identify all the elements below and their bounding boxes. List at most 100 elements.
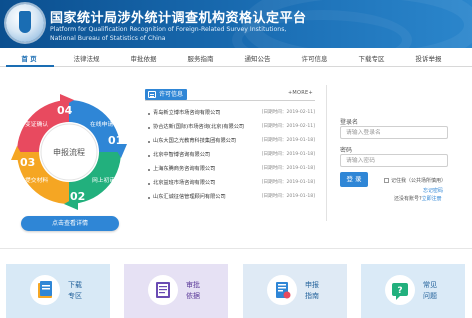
list-item-title[interactable]: 山东大国之光教育科技集团有限公司 xyxy=(153,137,236,144)
list-item-date: [日期时间：2019-01-18] xyxy=(261,166,315,171)
national-emblem-logo xyxy=(6,4,44,42)
step-02-number: 02 xyxy=(70,190,85,203)
step-01-label: 在线申请 xyxy=(90,120,113,128)
register-prefix: 还没有账号? xyxy=(394,196,422,202)
license-info-tab[interactable]: 许可信息 xyxy=(145,89,188,100)
bullet xyxy=(148,155,150,157)
list-item[interactable]: 山东大国之光教育科技集团有限公司 [日期时间：2019-01-18] xyxy=(145,135,315,149)
nav-item-downloads[interactable]: 下载专区 xyxy=(343,52,400,66)
list-icon xyxy=(148,91,156,98)
password-input[interactable] xyxy=(340,154,448,167)
nav-item-approval-basis[interactable]: 审批依据 xyxy=(115,52,172,66)
license-info-panel: 许可信息 +MORE+ 青岛新立博市场咨询有限公司 [日期时间：2019-02-1… xyxy=(145,89,315,217)
site-title: 国家统计局涉外统计调查机构资格认定平台 xyxy=(50,11,307,26)
main-nav: 首 页 法律法规 审批依据 服务指南 通知公告 许可信息 下载专区 投诉举报 xyxy=(0,52,472,66)
site-subtitle-line2: National Bureau of Statistics of China xyxy=(50,35,166,42)
more-link[interactable]: +MORE+ xyxy=(288,90,313,96)
step-01-number: 01 xyxy=(108,134,123,147)
bullet xyxy=(148,127,150,129)
list-item-title[interactable]: 北京中智博咨询有限公司 xyxy=(153,151,210,158)
list-item[interactable]: 协合达新(国际)市场咨询(北京)有限公司 [日期时间：2019-02-11] xyxy=(145,121,315,135)
step-02-label: 网上初审 xyxy=(92,176,115,184)
nav-item-complaints[interactable]: 投诉举报 xyxy=(400,52,457,66)
list-item-title[interactable]: 上海东腾商务咨询有限公司 xyxy=(153,165,215,172)
list-item[interactable]: 青岛新立博市场咨询有限公司 [日期时间：2019-02-11] xyxy=(145,107,315,121)
card-icon-circle xyxy=(30,275,60,305)
list-item-title[interactable]: 北京益班市场咨询有限公司 xyxy=(153,179,215,186)
list-item[interactable]: 山东汇诚征信管理顾问有限公司 [日期时间：2019-01-18] xyxy=(145,191,315,205)
license-info-tab-label: 许可信息 xyxy=(159,91,184,98)
password-label: 密码 xyxy=(340,147,353,154)
card-label-line1: 下载 xyxy=(68,281,82,289)
view-details-button[interactable]: 点击查看详情 xyxy=(21,216,119,231)
panel-divider xyxy=(326,85,327,221)
bullet xyxy=(148,197,150,199)
username-input[interactable] xyxy=(340,126,448,139)
bullet xyxy=(148,169,150,171)
list-item-date: [日期时间：2019-01-18] xyxy=(261,180,315,185)
list-item[interactable]: 上海东腾商务咨询有限公司 [日期时间：2019-01-18] xyxy=(145,163,315,177)
card-icon-circle: ? xyxy=(385,275,415,305)
card-label-line1: 审批 xyxy=(186,281,200,289)
step-04-number: 04 xyxy=(57,104,73,117)
register-prompt: 还没有账号?立即注册 xyxy=(394,195,442,202)
site-subtitle-line1: Platform for Qualification Recognition o… xyxy=(50,26,287,33)
license-info-list: 青岛新立博市场咨询有限公司 [日期时间：2019-02-11] 协合达新(国际)市… xyxy=(145,107,315,205)
list-item-title[interactable]: 协合达新(国际)市场咨询(北京)有限公司 xyxy=(153,123,244,130)
step-03-label: 提交材料 xyxy=(25,176,48,184)
card-approval-basis[interactable]: 审批 依据 xyxy=(124,264,228,318)
list-item-title[interactable]: 山东汇诚征信管理顾问有限公司 xyxy=(153,193,226,200)
card-label-line1: 申报 xyxy=(305,281,319,289)
forgot-password-link[interactable]: 忘记密码 xyxy=(423,187,443,194)
card-label-line2: 问题 xyxy=(423,292,437,300)
header-banner: 国家统计局涉外统计调查机构资格认定平台 Platform for Qualifi… xyxy=(0,0,472,48)
bullet xyxy=(148,113,150,115)
card-label: 审批 依据 xyxy=(186,280,216,302)
page: 国家统计局涉外统计调查机构资格认定平台 Platform for Qualifi… xyxy=(0,0,472,318)
list-item-date: [日期时间：2019-02-11] xyxy=(261,110,315,115)
remember-me[interactable]: 记住我（公共场所慎用） xyxy=(384,177,446,184)
step-03-number: 03 xyxy=(20,156,35,169)
list-item-date: [日期时间：2019-02-11] xyxy=(261,124,315,129)
list-item[interactable]: 北京中智博咨询有限公司 [日期时间：2019-01-18] xyxy=(145,149,315,163)
bullet xyxy=(148,183,150,185)
list-item-title[interactable]: 青岛新立博市场咨询有限公司 xyxy=(153,109,220,116)
card-label-line2: 指南 xyxy=(305,292,319,300)
application-process-cycle: 申报流程 04 01 02 03 变证确认 在线申请 网上初审 提交材料 xyxy=(11,94,127,210)
cycle-center-label: 申报流程 xyxy=(53,147,85,157)
card-label-line1: 常见 xyxy=(423,281,437,289)
license-info-divider xyxy=(145,100,315,101)
list-item-date: [日期时间：2019-01-18] xyxy=(261,138,315,143)
username-label: 登录名 xyxy=(340,119,359,126)
card-label-line2: 依据 xyxy=(186,292,200,300)
folder-icon xyxy=(38,281,52,298)
card-application-guide[interactable]: 申报 指南 xyxy=(243,264,347,318)
question-icon: ? xyxy=(392,283,408,300)
nav-item-notices[interactable]: 通知公告 xyxy=(229,52,286,66)
document-icon xyxy=(276,282,291,299)
nav-active-indicator xyxy=(6,65,54,67)
card-label-line2: 专区 xyxy=(68,292,82,300)
step-04-label: 变证确认 xyxy=(25,120,48,128)
login-button[interactable]: 登 录 xyxy=(340,172,368,187)
card-label: 常见 问题 xyxy=(423,280,453,302)
card-label: 申报 指南 xyxy=(305,280,335,302)
card-label: 下载 专区 xyxy=(68,280,98,302)
remember-me-label: 记住我（公共场所慎用） xyxy=(391,178,447,184)
card-icon-circle xyxy=(148,275,178,305)
list-item-date: [日期时间：2019-01-18] xyxy=(261,194,315,199)
bullet xyxy=(148,141,150,143)
list-item[interactable]: 北京益班市场咨询有限公司 [日期时间：2019-01-18] xyxy=(145,177,315,191)
card-downloads[interactable]: 下载 专区 xyxy=(6,264,110,318)
nav-item-home[interactable]: 首 页 xyxy=(0,52,58,66)
remember-me-checkbox[interactable] xyxy=(384,178,389,183)
nav-item-license-info[interactable]: 许可信息 xyxy=(286,52,343,66)
nav-item-service-guide[interactable]: 服务指南 xyxy=(172,52,229,66)
book-icon xyxy=(156,282,170,298)
list-item-date: [日期时间：2019-01-18] xyxy=(261,152,315,157)
register-link[interactable]: 立即注册 xyxy=(422,196,442,202)
card-icon-circle xyxy=(267,275,297,305)
section-divider xyxy=(0,248,472,249)
card-faq[interactable]: ? 常见问题 xyxy=(361,264,465,318)
nav-item-laws[interactable]: 法律法规 xyxy=(58,52,115,66)
